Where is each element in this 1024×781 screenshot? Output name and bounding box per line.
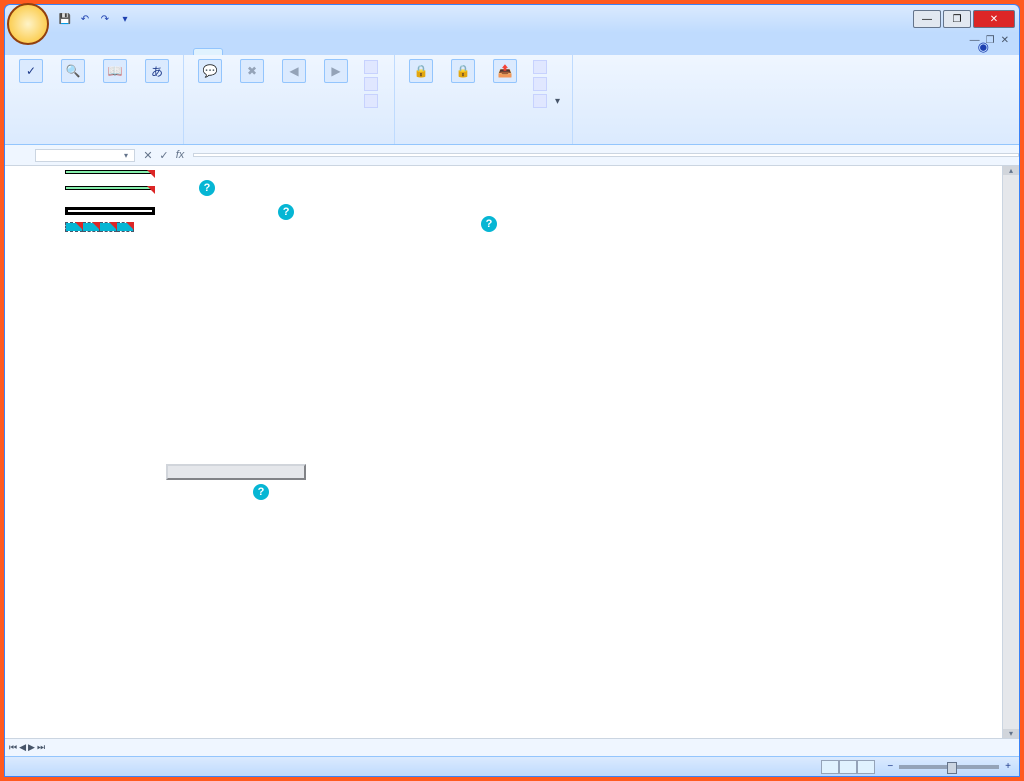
qat-menu-icon[interactable]: ▾ bbox=[117, 11, 133, 27]
formula-bar: ✕ ✓ fx bbox=[5, 145, 1019, 166]
next-sheet-button[interactable]: ▶ bbox=[28, 742, 35, 753]
help-icon[interactable]: ? bbox=[481, 216, 497, 232]
sort-employees-button[interactable] bbox=[166, 464, 306, 480]
research-button[interactable]: 🔍 bbox=[53, 57, 93, 87]
help-icon[interactable]: ? bbox=[278, 204, 294, 220]
first-sheet-button[interactable]: ⏮ bbox=[9, 742, 17, 753]
worksheet-area: ? ? ? bbox=[5, 166, 1019, 738]
leg-days-value[interactable] bbox=[65, 186, 155, 190]
paid-hours-header bbox=[117, 223, 134, 232]
office-button[interactable] bbox=[7, 3, 49, 45]
new-comment-button[interactable]: 💬 bbox=[190, 57, 230, 87]
spelling-button[interactable]: ✓ bbox=[11, 57, 51, 87]
shift-start-header bbox=[83, 223, 100, 232]
status-bar: − + bbox=[5, 756, 1019, 776]
shift-table bbox=[65, 222, 134, 232]
thesaurus-button[interactable]: 📖 bbox=[95, 57, 135, 87]
tab-review[interactable] bbox=[193, 48, 223, 55]
undo-icon[interactable]: ↶ bbox=[77, 11, 93, 27]
sheet-tabs-bar: ⏮ ◀ ▶ ⏭ bbox=[5, 738, 1019, 756]
last-sheet-button[interactable]: ⏭ bbox=[37, 742, 45, 753]
vertical-scrollbar[interactable] bbox=[1002, 166, 1019, 738]
shift-name-header bbox=[66, 223, 83, 232]
ribbon: ✓ 🔍 📖 あ 💬 ✖ ◀ ▶ 🔒 bbox=[5, 55, 1019, 145]
allow-edit-ranges[interactable] bbox=[529, 76, 564, 92]
first-day-value[interactable] bbox=[65, 170, 155, 174]
ribbon-tabs: ◉ bbox=[5, 33, 1019, 55]
help-icon[interactable]: ? bbox=[253, 484, 269, 500]
save-icon[interactable]: 💾 bbox=[57, 11, 73, 27]
app-window: 💾 ↶ ↷ ▾ — ❐ ✕ ◉ — ❐ ✕ ✓ 🔍 📖 bbox=[4, 4, 1020, 777]
show-ink[interactable] bbox=[360, 93, 386, 109]
shift-stop-header bbox=[100, 223, 117, 232]
redo-icon[interactable]: ↷ bbox=[97, 11, 113, 27]
page-layout-view-button[interactable] bbox=[839, 760, 857, 774]
accept-formula-icon[interactable]: ✓ bbox=[157, 149, 171, 162]
track-changes[interactable]: ▾ bbox=[529, 93, 564, 109]
delete-comment-button[interactable]: ✖ bbox=[232, 57, 272, 87]
cancel-formula-icon[interactable]: ✕ bbox=[141, 149, 155, 162]
show-all-comments[interactable] bbox=[360, 76, 386, 92]
fx-icon[interactable]: fx bbox=[173, 149, 187, 162]
show-hide-comment[interactable] bbox=[360, 59, 386, 75]
previous-comment-button[interactable]: ◀ bbox=[274, 57, 314, 87]
help-icon[interactable]: ? bbox=[199, 180, 215, 196]
formula-input[interactable] bbox=[193, 153, 1019, 157]
close-button[interactable]: ✕ bbox=[973, 10, 1015, 28]
prev-sheet-button[interactable]: ◀ bbox=[19, 742, 26, 753]
zoom-slider[interactable] bbox=[899, 765, 999, 769]
share-workbook-button[interactable]: 📤 bbox=[485, 57, 525, 87]
maximize-button[interactable]: ❐ bbox=[943, 10, 971, 28]
titlebar: 💾 ↶ ↷ ▾ — ❐ ✕ bbox=[5, 5, 1019, 33]
worksheet[interactable]: ? ? ? bbox=[5, 166, 1019, 738]
zoom-in-button[interactable]: + bbox=[1005, 761, 1011, 772]
page-break-view-button[interactable] bbox=[857, 760, 875, 774]
normal-view-button[interactable] bbox=[821, 760, 839, 774]
mdi-minimize[interactable]: — bbox=[968, 35, 982, 46]
translate-button[interactable]: あ bbox=[137, 57, 177, 87]
protect-share-workbook[interactable] bbox=[529, 59, 564, 75]
tour-table bbox=[503, 186, 1013, 232]
zoom-out-button[interactable]: − bbox=[887, 761, 893, 772]
active-cell[interactable] bbox=[65, 207, 155, 215]
protect-workbook-button[interactable]: 🔒 bbox=[443, 57, 483, 87]
minimize-button[interactable]: — bbox=[913, 10, 941, 28]
mdi-restore[interactable]: ❐ bbox=[984, 35, 997, 46]
name-box[interactable] bbox=[35, 149, 135, 162]
next-comment-button[interactable]: ▶ bbox=[316, 57, 356, 87]
protect-sheet-button[interactable]: 🔒 bbox=[401, 57, 441, 87]
mdi-close[interactable]: ✕ bbox=[999, 35, 1011, 46]
quick-access-toolbar: 💾 ↶ ↷ ▾ bbox=[57, 11, 133, 27]
